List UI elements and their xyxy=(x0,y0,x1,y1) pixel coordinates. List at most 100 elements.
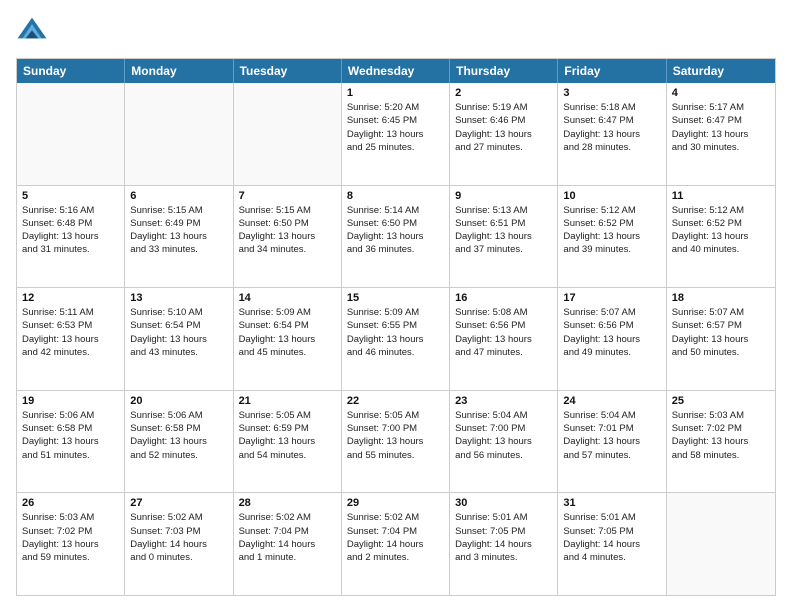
day-number: 28 xyxy=(239,497,336,509)
day-info: Sunrise: 5:13 AM Sunset: 6:51 PM Dayligh… xyxy=(455,204,552,257)
day-cell-12: 12Sunrise: 5:11 AM Sunset: 6:53 PM Dayli… xyxy=(17,288,125,390)
day-info: Sunrise: 5:04 AM Sunset: 7:01 PM Dayligh… xyxy=(563,409,660,462)
day-cell-27: 27 Sunrise: 5:02 AM Sunset: 7:03 PM Dayli… xyxy=(125,493,233,595)
day-number: 4 xyxy=(672,87,770,99)
day-info: Sunrise: 5:15 AM Sunset: 6:49 PM Dayligh… xyxy=(130,204,227,257)
day-header-monday: Monday xyxy=(125,59,233,83)
day-cell-5: 5 Sunrise: 5:16 AM Sunset: 6:48 PM Daylig… xyxy=(17,186,125,288)
day-info: Sunrise: 5:09 AM Sunset: 6:54 PM Dayligh… xyxy=(239,306,336,359)
logo xyxy=(16,16,52,48)
day-cell-20: 20Sunrise: 5:06 AM Sunset: 6:58 PM Dayli… xyxy=(125,391,233,493)
day-info: Sunrise: 5:15 AM Sunset: 6:50 PM Dayligh… xyxy=(239,204,336,257)
day-header-sunday: Sunday xyxy=(17,59,125,83)
day-info: Sunrise: 5:17 AM Sunset: 6:47 PM Dayligh… xyxy=(672,101,770,154)
day-info: Sunrise: 5:05 AM Sunset: 7:00 PM Dayligh… xyxy=(347,409,444,462)
day-number: 13 xyxy=(130,292,227,304)
day-cell-29: 29 Sunrise: 5:02 AM Sunset: 7:04 PM Dayli… xyxy=(342,493,450,595)
logo-icon xyxy=(16,16,48,48)
week-row-3: 12Sunrise: 5:11 AM Sunset: 6:53 PM Dayli… xyxy=(17,288,775,391)
day-cell-15: 15Sunrise: 5:09 AM Sunset: 6:55 PM Dayli… xyxy=(342,288,450,390)
day-info: Sunrise: 5:10 AM Sunset: 6:54 PM Dayligh… xyxy=(130,306,227,359)
day-info: Sunrise: 5:18 AM Sunset: 6:47 PM Dayligh… xyxy=(563,101,660,154)
day-info: Sunrise: 5:06 AM Sunset: 6:58 PM Dayligh… xyxy=(22,409,119,462)
calendar-header: SundayMondayTuesdayWednesdayThursdayFrid… xyxy=(17,59,775,83)
day-cell-14: 14 Sunrise: 5:09 AM Sunset: 6:54 PM Dayli… xyxy=(234,288,342,390)
week-row-5: 26Sunrise: 5:03 AM Sunset: 7:02 PM Dayli… xyxy=(17,493,775,595)
day-cell-18: 18Sunrise: 5:07 AM Sunset: 6:57 PM Dayli… xyxy=(667,288,775,390)
day-info: Sunrise: 5:14 AM Sunset: 6:50 PM Dayligh… xyxy=(347,204,444,257)
day-number: 27 xyxy=(130,497,227,509)
day-number: 26 xyxy=(22,497,119,509)
empty-cell xyxy=(125,83,233,185)
day-header-wednesday: Wednesday xyxy=(342,59,450,83)
page: SundayMondayTuesdayWednesdayThursdayFrid… xyxy=(0,0,792,612)
day-number: 14 xyxy=(239,292,336,304)
day-cell-22: 22 Sunrise: 5:05 AM Sunset: 7:00 PM Dayli… xyxy=(342,391,450,493)
day-cell-16: 16 Sunrise: 5:08 AM Sunset: 6:56 PM Dayli… xyxy=(450,288,558,390)
day-header-tuesday: Tuesday xyxy=(234,59,342,83)
day-cell-30: 30 Sunrise: 5:01 AM Sunset: 7:05 PM Dayli… xyxy=(450,493,558,595)
day-cell-21: 21 Sunrise: 5:05 AM Sunset: 6:59 PM Dayli… xyxy=(234,391,342,493)
week-row-4: 19 Sunrise: 5:06 AM Sunset: 6:58 PM Dayli… xyxy=(17,391,775,494)
day-number: 22 xyxy=(347,395,444,407)
day-cell-1: 1 Sunrise: 5:20 AM Sunset: 6:45 PM Daylig… xyxy=(342,83,450,185)
day-number: 5 xyxy=(22,190,119,202)
day-cell-19: 19 Sunrise: 5:06 AM Sunset: 6:58 PM Dayli… xyxy=(17,391,125,493)
day-info: Sunrise: 5:07 AM Sunset: 6:57 PM Dayligh… xyxy=(672,306,770,359)
day-cell-13: 13 Sunrise: 5:10 AM Sunset: 6:54 PM Dayli… xyxy=(125,288,233,390)
day-cell-24: 24 Sunrise: 5:04 AM Sunset: 7:01 PM Dayli… xyxy=(558,391,666,493)
day-info: Sunrise: 5:20 AM Sunset: 6:45 PM Dayligh… xyxy=(347,101,444,154)
day-cell-28: 28Sunrise: 5:02 AM Sunset: 7:04 PM Dayli… xyxy=(234,493,342,595)
day-number: 21 xyxy=(239,395,336,407)
day-number: 23 xyxy=(455,395,552,407)
day-number: 6 xyxy=(130,190,227,202)
day-info: Sunrise: 5:08 AM Sunset: 6:56 PM Dayligh… xyxy=(455,306,552,359)
empty-cell xyxy=(667,493,775,595)
day-number: 8 xyxy=(347,190,444,202)
day-info: Sunrise: 5:01 AM Sunset: 7:05 PM Dayligh… xyxy=(455,511,552,564)
day-number: 10 xyxy=(563,190,660,202)
day-info: Sunrise: 5:05 AM Sunset: 6:59 PM Dayligh… xyxy=(239,409,336,462)
day-info: Sunrise: 5:01 AM Sunset: 7:05 PM Dayligh… xyxy=(563,511,660,564)
day-cell-2: 2 Sunrise: 5:19 AM Sunset: 6:46 PM Daylig… xyxy=(450,83,558,185)
day-info: Sunrise: 5:04 AM Sunset: 7:00 PM Dayligh… xyxy=(455,409,552,462)
day-cell-26: 26Sunrise: 5:03 AM Sunset: 7:02 PM Dayli… xyxy=(17,493,125,595)
day-number: 3 xyxy=(563,87,660,99)
day-info: Sunrise: 5:03 AM Sunset: 7:02 PM Dayligh… xyxy=(672,409,770,462)
calendar: SundayMondayTuesdayWednesdayThursdayFrid… xyxy=(16,58,776,596)
day-info: Sunrise: 5:16 AM Sunset: 6:48 PM Dayligh… xyxy=(22,204,119,257)
week-row-1: 1 Sunrise: 5:20 AM Sunset: 6:45 PM Daylig… xyxy=(17,83,775,186)
day-cell-7: 7Sunrise: 5:15 AM Sunset: 6:50 PM Daylig… xyxy=(234,186,342,288)
day-header-saturday: Saturday xyxy=(667,59,775,83)
day-number: 30 xyxy=(455,497,552,509)
calendar-body: 1 Sunrise: 5:20 AM Sunset: 6:45 PM Daylig… xyxy=(17,83,775,595)
day-info: Sunrise: 5:12 AM Sunset: 6:52 PM Dayligh… xyxy=(672,204,770,257)
day-number: 12 xyxy=(22,292,119,304)
day-number: 24 xyxy=(563,395,660,407)
day-info: Sunrise: 5:19 AM Sunset: 6:46 PM Dayligh… xyxy=(455,101,552,154)
day-cell-3: 3 Sunrise: 5:18 AM Sunset: 6:47 PM Daylig… xyxy=(558,83,666,185)
day-number: 16 xyxy=(455,292,552,304)
day-info: Sunrise: 5:12 AM Sunset: 6:52 PM Dayligh… xyxy=(563,204,660,257)
day-number: 11 xyxy=(672,190,770,202)
day-info: Sunrise: 5:07 AM Sunset: 6:56 PM Dayligh… xyxy=(563,306,660,359)
day-number: 31 xyxy=(563,497,660,509)
day-info: Sunrise: 5:09 AM Sunset: 6:55 PM Dayligh… xyxy=(347,306,444,359)
day-header-thursday: Thursday xyxy=(450,59,558,83)
day-cell-17: 17Sunrise: 5:07 AM Sunset: 6:56 PM Dayli… xyxy=(558,288,666,390)
day-info: Sunrise: 5:02 AM Sunset: 7:04 PM Dayligh… xyxy=(347,511,444,564)
day-number: 19 xyxy=(22,395,119,407)
week-row-2: 5 Sunrise: 5:16 AM Sunset: 6:48 PM Daylig… xyxy=(17,186,775,289)
header xyxy=(16,16,776,48)
day-number: 2 xyxy=(455,87,552,99)
day-number: 20 xyxy=(130,395,227,407)
day-cell-25: 25Sunrise: 5:03 AM Sunset: 7:02 PM Dayli… xyxy=(667,391,775,493)
day-cell-8: 8 Sunrise: 5:14 AM Sunset: 6:50 PM Daylig… xyxy=(342,186,450,288)
day-cell-6: 6 Sunrise: 5:15 AM Sunset: 6:49 PM Daylig… xyxy=(125,186,233,288)
day-number: 1 xyxy=(347,87,444,99)
day-cell-31: 31 Sunrise: 5:01 AM Sunset: 7:05 PM Dayli… xyxy=(558,493,666,595)
day-cell-9: 9Sunrise: 5:13 AM Sunset: 6:51 PM Daylig… xyxy=(450,186,558,288)
day-number: 29 xyxy=(347,497,444,509)
day-cell-11: 11 Sunrise: 5:12 AM Sunset: 6:52 PM Dayli… xyxy=(667,186,775,288)
day-info: Sunrise: 5:02 AM Sunset: 7:03 PM Dayligh… xyxy=(130,511,227,564)
